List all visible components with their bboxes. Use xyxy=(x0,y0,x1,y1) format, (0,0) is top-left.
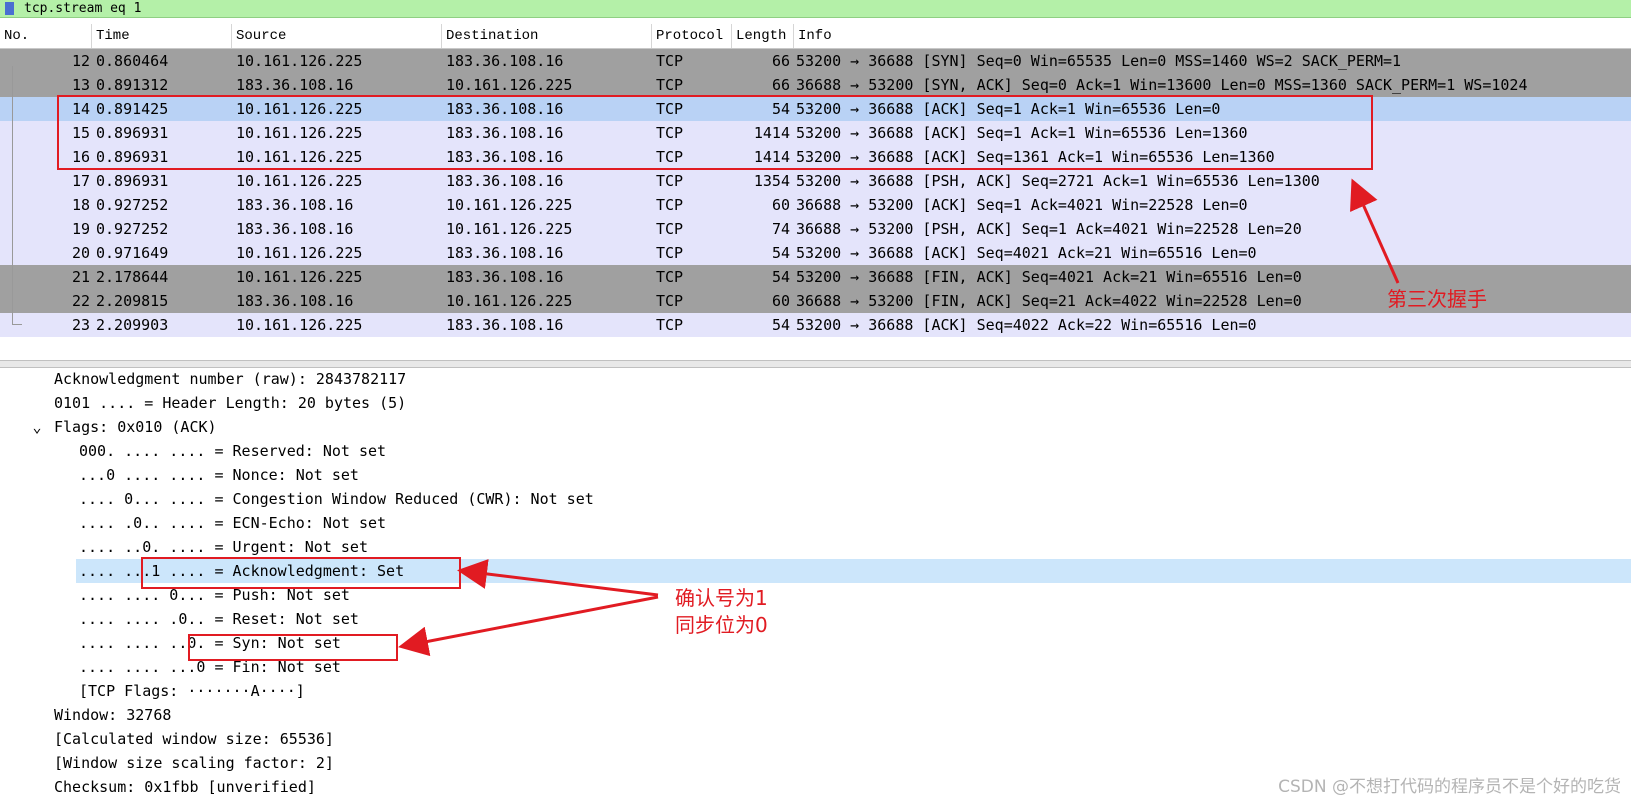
annotation-arrows xyxy=(398,178,1400,657)
arrow-syn-flag xyxy=(398,595,659,657)
annotation-syn-bit: 同步位为0 xyxy=(675,613,768,637)
annotation-third-handshake: 第三次握手 xyxy=(1387,287,1487,311)
arrow-third-handshake xyxy=(1350,178,1400,284)
arrow-ack-flag xyxy=(457,559,659,597)
annotation-ack-number: 确认号为1 xyxy=(675,586,768,610)
watermark: CSDN @不想打代码的程序员不是个好的吃货 xyxy=(1278,777,1621,797)
